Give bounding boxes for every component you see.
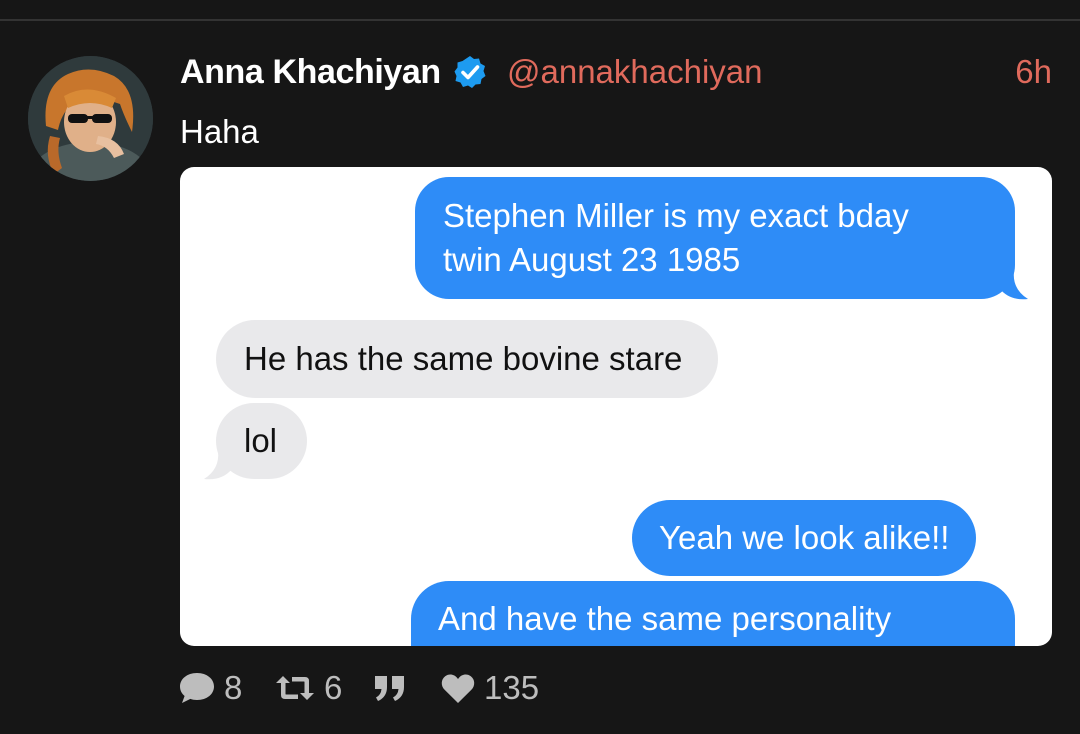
author-name[interactable]: Anna Khachiyan [180, 50, 441, 94]
post-header: Anna Khachiyan @annakhachiyan 6h [180, 50, 1052, 94]
message-bubble-outgoing: Yeah we look alike!! [632, 500, 977, 576]
reply-count: 8 [224, 669, 243, 706]
message-line: twin August 23 1985 [443, 241, 741, 278]
avatar-image [28, 56, 153, 181]
avatar[interactable] [28, 56, 153, 181]
message-line: Stephen Miller is my exact bday [443, 197, 909, 234]
media-attachment[interactable]: Stephen Miller is my exact bday twin Aug… [180, 167, 1052, 646]
post-text: Haha [180, 113, 259, 150]
reply-button[interactable]: 8 [178, 664, 242, 712]
post-timestamp[interactable]: 6h [1015, 50, 1052, 94]
retweet-icon [276, 676, 314, 700]
boost-count: 6 [324, 669, 343, 706]
message-bubble-outgoing: And have the same personality [411, 581, 1015, 646]
quote-icon [375, 676, 404, 701]
author-handle[interactable]: @annakhachiyan [507, 50, 763, 94]
bubble-tail [1000, 271, 1028, 300]
post-view: Anna Khachiyan @annakhachiyan 6h Haha St… [0, 0, 1080, 734]
boost-button[interactable]: 6 [274, 664, 342, 712]
like-button[interactable]: 135 [440, 664, 539, 712]
message-bubble-incoming: He has the same bovine stare [216, 320, 719, 398]
speech-bubble-icon [180, 673, 214, 703]
like-count: 135 [484, 669, 540, 706]
divider [0, 19, 1080, 21]
quote-button[interactable] [372, 664, 408, 712]
bubble-tail [204, 451, 232, 480]
verified-badge-icon [453, 55, 487, 89]
post-actions: 8 6 135 [178, 664, 1052, 712]
heart-icon [441, 674, 475, 703]
message-bubble-outgoing: Stephen Miller is my exact bday twin Aug… [415, 177, 1015, 299]
